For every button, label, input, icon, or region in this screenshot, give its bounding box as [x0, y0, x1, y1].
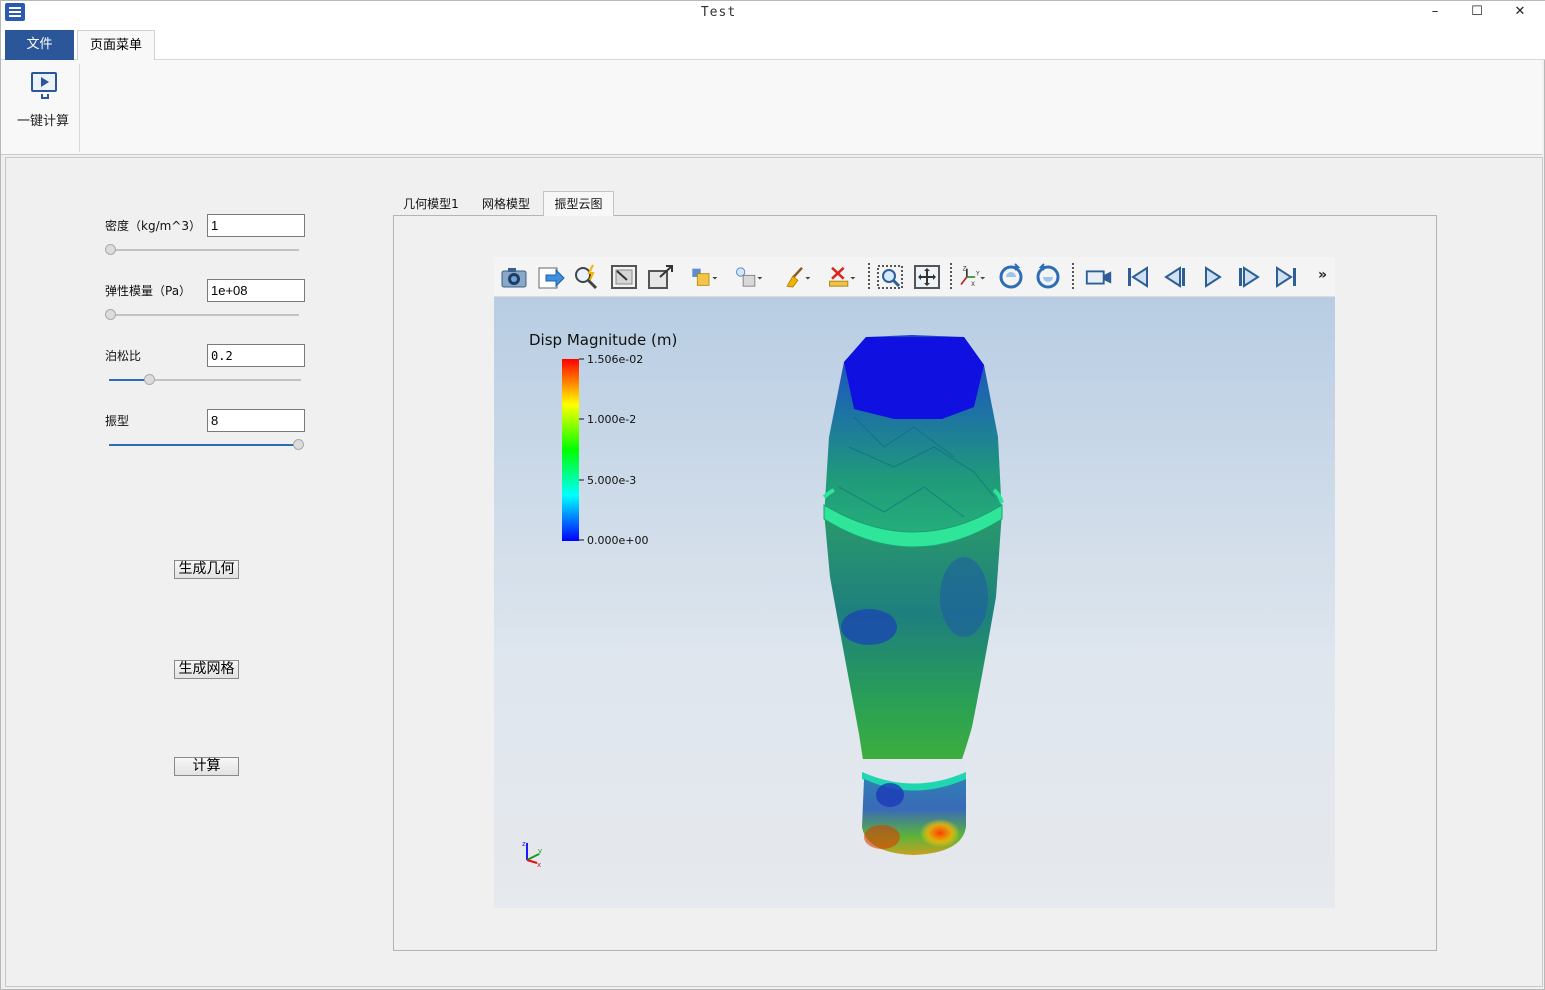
tab-mode-contour[interactable]: 振型云图 — [543, 191, 614, 216]
ribbon-divider — [79, 64, 80, 152]
slider-thumb[interactable] — [105, 244, 116, 255]
previous-frame-icon[interactable] — [1160, 263, 1190, 291]
elastic-modulus-label: 弹性模量（Pa） — [105, 284, 192, 298]
export-icon[interactable] — [536, 263, 566, 291]
menu-bar: 文件 页面菜单 — [1, 27, 1545, 61]
colorbar — [562, 359, 579, 541]
svg-text:Y: Y — [975, 271, 980, 277]
deformed-model — [822, 335, 1004, 855]
play-icon[interactable] — [1197, 263, 1227, 291]
one-click-compute-button[interactable]: 一键计算 — [7, 66, 77, 136]
rotate-cw-icon[interactable] — [1033, 263, 1063, 291]
svg-text:X: X — [971, 282, 975, 288]
slider-fill — [109, 379, 148, 381]
one-click-compute-label: 一键计算 — [16, 114, 69, 129]
axis-x-label: x — [537, 861, 541, 869]
generate-geometry-button[interactable]: 生成几何 — [174, 560, 239, 579]
first-frame-icon[interactable] — [1123, 263, 1153, 291]
mode-shape-input[interactable] — [207, 409, 305, 432]
toolbar-separator — [950, 263, 952, 289]
render-viewer: Z Y X » Disp Magnitude (m) 1.506e-02 1.0… — [494, 257, 1335, 908]
app-window: Test – ☐ ✕ 文件 页面菜单 一键计算 密度（kg/m^3） 弹性模量（… — [0, 0, 1545, 990]
slider-thumb[interactable] — [144, 374, 156, 385]
zoom-box-icon[interactable] — [646, 263, 676, 291]
toolbar-separator — [1072, 263, 1074, 289]
reset-camera-icon[interactable] — [912, 263, 942, 291]
last-frame-icon[interactable] — [1271, 263, 1301, 291]
tab-mesh-model[interactable]: 网格模型 — [471, 194, 541, 216]
axis-z-label: z — [522, 840, 526, 848]
clear-icon[interactable] — [782, 263, 812, 291]
density-slider[interactable] — [105, 244, 299, 256]
ribbon: 一键计算 — [1, 60, 1542, 155]
menu-file[interactable]: 文件 — [5, 30, 74, 60]
poisson-ratio-slider[interactable] — [109, 374, 301, 386]
axis-y-label: y — [538, 847, 542, 855]
viewer-toolbar: Z Y X » — [494, 257, 1335, 297]
record-icon[interactable] — [1084, 263, 1114, 291]
delete-ruler-icon[interactable] — [827, 263, 857, 291]
elastic-modulus-input[interactable] — [207, 279, 305, 302]
colorbar-tick-min: 0.000e+00 — [587, 534, 648, 547]
maximize-button[interactable]: ☐ — [1454, 1, 1500, 25]
colorbar-tick-max: 1.506e-02 — [587, 353, 643, 366]
monitor-play-icon — [31, 72, 57, 92]
density-label: 密度（kg/m^3） — [105, 219, 201, 233]
render-canvas[interactable]: Disp Magnitude (m) 1.506e-02 1.000e-2 5.… — [494, 297, 1335, 908]
poisson-ratio-input[interactable] — [207, 344, 305, 367]
mode-shape-slider[interactable] — [109, 439, 304, 451]
mode-shape-label: 振型 — [105, 414, 130, 428]
next-frame-icon[interactable] — [1234, 263, 1264, 291]
colorbar-title: Disp Magnitude (m) — [529, 331, 677, 349]
title-bar: Test – ☐ ✕ — [1, 1, 1545, 27]
orientation-axes-icon[interactable]: Z Y X — [956, 263, 986, 291]
slider-thumb[interactable] — [293, 439, 304, 450]
poisson-ratio-label: 泊松比 — [105, 349, 142, 363]
representation-icon[interactable] — [689, 263, 719, 291]
colorbar-tick-3: 5.000e-3 — [587, 474, 636, 487]
generate-mesh-button[interactable]: 生成网格 — [174, 660, 239, 679]
svg-text:Z: Z — [963, 266, 967, 272]
zoom-data-icon[interactable] — [609, 263, 639, 291]
probe-icon[interactable] — [572, 263, 602, 291]
elastic-modulus-slider[interactable] — [105, 309, 299, 321]
menu-page-menu[interactable]: 页面菜单 — [77, 30, 155, 61]
lighting-icon[interactable] — [734, 263, 764, 291]
rotate-ccw-icon[interactable] — [996, 263, 1026, 291]
close-button[interactable]: ✕ — [1497, 1, 1543, 25]
orientation-axes-widget: z y x — [522, 840, 542, 869]
minimize-button[interactable]: – — [1412, 1, 1458, 25]
compute-button[interactable]: 计算 — [174, 757, 239, 776]
colorbar-tick-2: 1.000e-2 — [587, 413, 636, 426]
tab-geometry-model[interactable]: 几何模型1 — [393, 194, 469, 216]
toolbar-separator — [868, 263, 870, 289]
render-scene: Disp Magnitude (m) 1.506e-02 1.000e-2 5.… — [522, 331, 1004, 869]
window-title: Test — [700, 5, 737, 20]
density-input[interactable] — [207, 214, 305, 237]
select-points-icon[interactable] — [875, 263, 905, 291]
camera-icon[interactable] — [499, 263, 529, 291]
slider-thumb[interactable] — [105, 309, 116, 320]
slider-fill — [109, 444, 301, 446]
monitor-stand-icon — [41, 94, 49, 99]
more-icon[interactable]: » — [1318, 267, 1327, 283]
